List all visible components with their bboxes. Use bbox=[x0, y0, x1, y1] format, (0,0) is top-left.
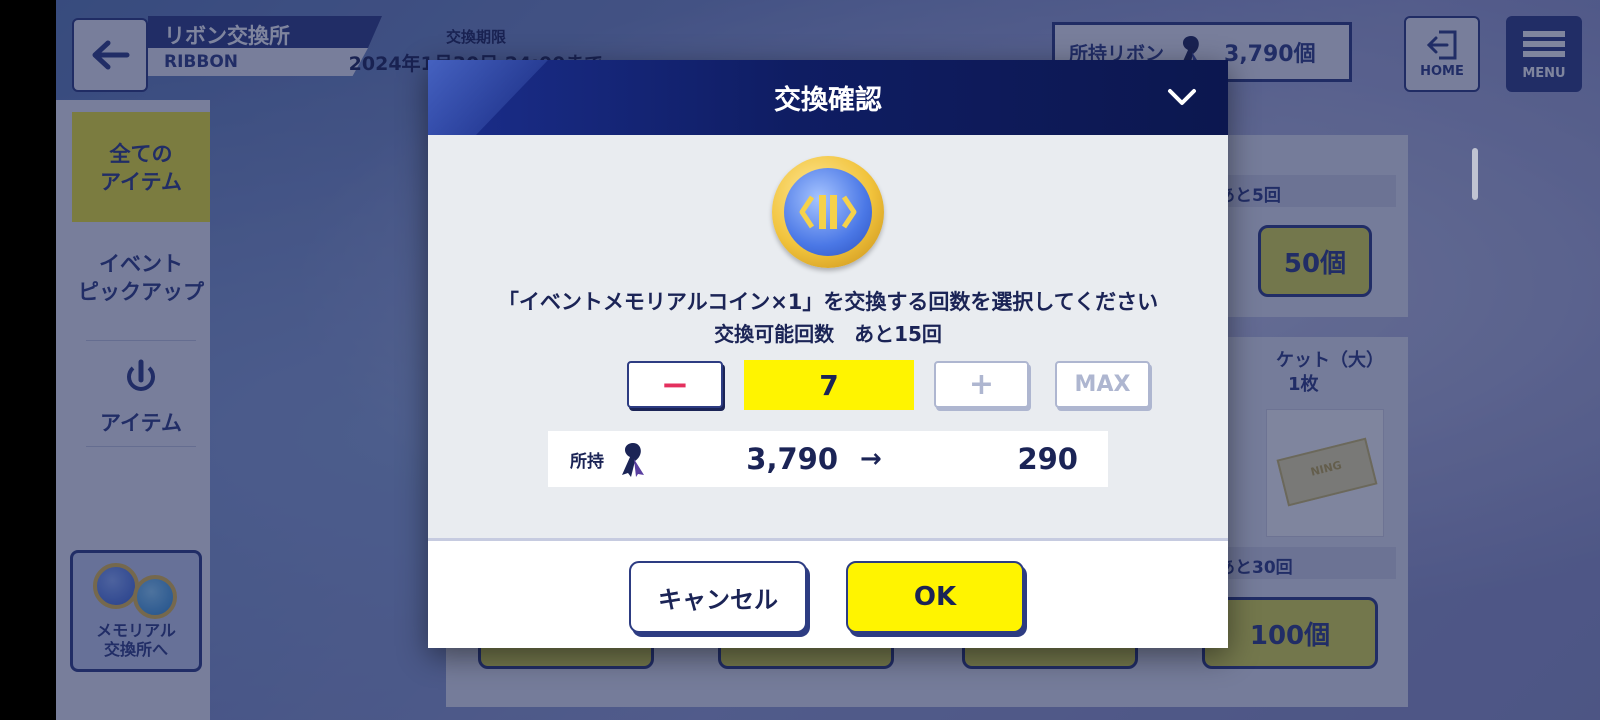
dialog-title: 交換確認 bbox=[774, 85, 882, 116]
coin-face bbox=[784, 168, 872, 256]
ribbon-icon bbox=[622, 443, 644, 477]
exchange-message: 「イベントメモリアルコイン×1」を交換する回数を選択してください bbox=[497, 290, 1159, 314]
header-decoration bbox=[428, 60, 548, 135]
coin-emblem-icon bbox=[799, 195, 857, 229]
dialog-footer: キャンセル OK bbox=[428, 538, 1228, 648]
cancel-button[interactable]: キャンセル bbox=[629, 561, 807, 633]
memorial-coin-image bbox=[772, 156, 884, 268]
chevron-down-icon bbox=[1168, 89, 1196, 105]
holding-label: 所持 bbox=[570, 451, 604, 472]
ribbon-balance-preview: 所持 3,790 → 290 bbox=[548, 431, 1108, 487]
increase-quantity-button[interactable]: + bbox=[934, 361, 1029, 408]
dialog-header: 交換確認 bbox=[428, 60, 1228, 135]
balance-before: 3,790 bbox=[746, 442, 838, 476]
balance-after: 290 bbox=[1017, 442, 1078, 476]
arrow-right-icon: → bbox=[860, 444, 882, 474]
collapse-button[interactable] bbox=[1164, 84, 1200, 110]
max-quantity-button[interactable]: MAX bbox=[1055, 361, 1150, 408]
decrease-quantity-button[interactable]: − bbox=[627, 361, 723, 408]
quantity-value: 7 bbox=[744, 360, 914, 410]
ok-button[interactable]: OK bbox=[846, 561, 1024, 633]
remaining-exchanges: 交換可能回数 あと15回 bbox=[714, 322, 942, 346]
exchange-confirm-dialog: 交換確認 「イベントメモリアルコイン×1」を交換する回数を選択してください 交換… bbox=[428, 60, 1228, 648]
